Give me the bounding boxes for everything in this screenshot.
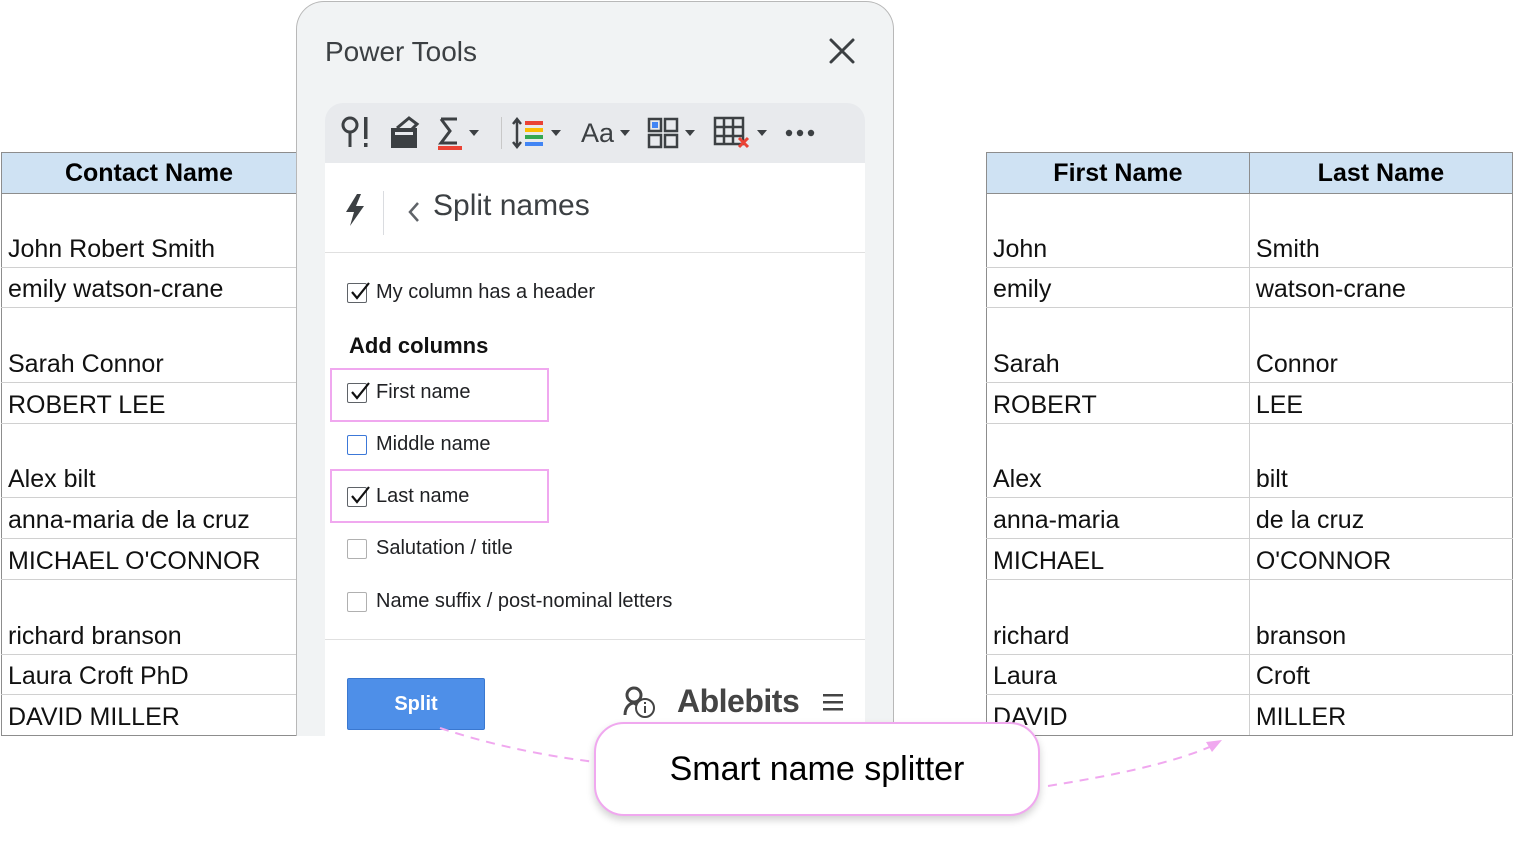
left-dashed-arrow: [439, 727, 597, 763]
callout-text: Smart name splitter: [669, 749, 965, 788]
callout-box: Smart name splitter: [594, 722, 1040, 816]
right-dashed-arrow: [1047, 745, 1213, 787]
arrowhead-icon: [1206, 740, 1222, 752]
